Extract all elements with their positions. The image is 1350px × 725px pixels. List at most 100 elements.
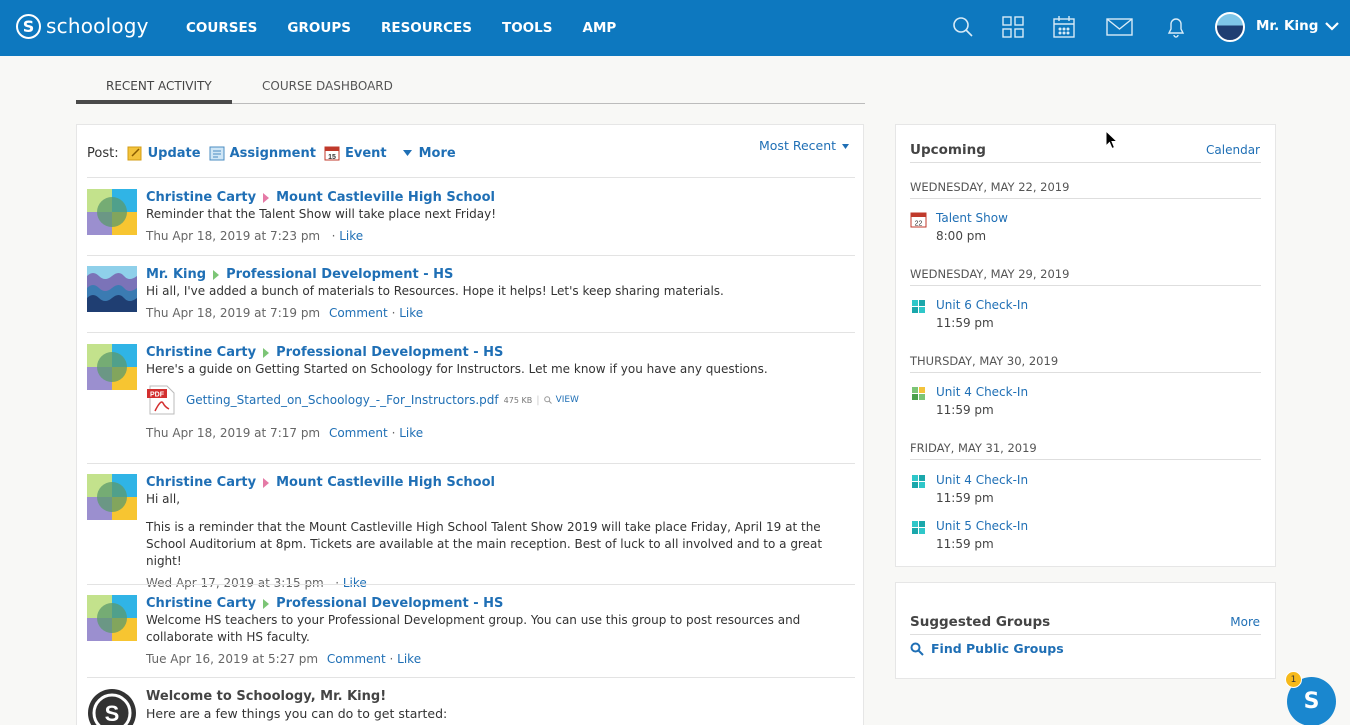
school-avatar[interactable] xyxy=(87,474,137,520)
comment-link[interactable]: Comment xyxy=(329,426,388,440)
attachment-view-link[interactable]: VIEW xyxy=(556,392,579,409)
post-target[interactable]: Professional Development - HS xyxy=(276,344,503,361)
like-link[interactable]: Like xyxy=(339,229,363,243)
suggested-groups-title: Suggested Groups xyxy=(910,614,1051,630)
post-meta: Thu Apr 18, 2019 at 7:23 pm · Like xyxy=(146,229,364,243)
post-target[interactable]: Professional Development - HS xyxy=(276,595,503,612)
divider xyxy=(910,198,1261,199)
comment-link[interactable]: Comment xyxy=(329,306,388,320)
event-time: 8:00 pm xyxy=(936,229,987,243)
post-target[interactable]: Professional Development - HS xyxy=(226,266,453,283)
nav-groups[interactable]: GROUPS xyxy=(287,20,351,36)
school-avatar[interactable] xyxy=(87,189,137,235)
find-public-groups-link[interactable]: Find Public Groups xyxy=(910,641,1064,656)
like-link[interactable]: Like xyxy=(397,652,421,666)
nav-resources[interactable]: RESOURCES xyxy=(381,20,472,36)
apps-grid-icon[interactable] xyxy=(1001,15,1025,39)
caret-down-icon xyxy=(842,144,850,149)
post-more-button[interactable]: More xyxy=(402,146,456,161)
attachment-filename[interactable]: Getting_Started_on_Schoology_-_For_Instr… xyxy=(186,392,499,409)
attachment-size: 475 KB xyxy=(503,395,533,405)
post-meta: Thu Apr 18, 2019 at 7:17 pm Comment · Li… xyxy=(146,426,424,440)
post-update-button[interactable]: Update xyxy=(127,145,201,161)
event-link[interactable]: Talent Show xyxy=(936,211,1008,225)
post-update-label: Update xyxy=(147,145,201,161)
mail-icon[interactable] xyxy=(1106,15,1133,39)
divider xyxy=(87,177,855,178)
search-icon[interactable] xyxy=(951,15,975,39)
separator: | xyxy=(536,394,540,406)
upcoming-panel: Upcoming Calendar WEDNESDAY, MAY 22, 201… xyxy=(895,124,1276,567)
user-avatar[interactable] xyxy=(87,266,137,312)
divider xyxy=(87,677,855,678)
divider xyxy=(910,285,1261,286)
nav-amp[interactable]: AMP xyxy=(583,20,617,36)
assessment-puzzle-icon xyxy=(912,475,925,488)
post-message: Hi all, I've added a bunch of materials … xyxy=(146,284,724,298)
assessment-puzzle-icon xyxy=(912,387,925,400)
post-author[interactable]: Christine Carty xyxy=(146,595,256,612)
sort-dropdown[interactable]: Most Recent xyxy=(759,138,850,153)
event-link[interactable]: Unit 6 Check-In xyxy=(936,298,1028,312)
assignment-icon xyxy=(209,146,225,161)
comment-link[interactable]: Comment xyxy=(327,652,386,666)
activity-feed: Post: Update Assignment 15 Event More Mo… xyxy=(76,124,864,725)
main-nav: COURSES GROUPS RESOURCES TOOLS AMP xyxy=(186,0,646,56)
chevron-down-icon[interactable] xyxy=(1323,17,1341,35)
tab-recent-activity[interactable]: RECENT ACTIVITY xyxy=(106,79,212,93)
notification-badge: 1 xyxy=(1285,671,1302,688)
suggested-more-link[interactable]: More xyxy=(1230,615,1260,629)
schoology-logo[interactable]: S schoology xyxy=(16,11,149,41)
home-tabs: RECENT ACTIVITY COURSE DASHBOARD xyxy=(76,70,865,104)
pdf-file-icon: PDF xyxy=(147,385,175,415)
svg-text:22: 22 xyxy=(915,221,923,228)
event-link[interactable]: Unit 5 Check-In xyxy=(936,519,1028,533)
calendar-icon[interactable] xyxy=(1052,15,1076,39)
post-author[interactable]: Christine Carty xyxy=(146,474,256,491)
day-heading: WEDNESDAY, MAY 29, 2019 xyxy=(910,267,1070,281)
assessment-puzzle-icon xyxy=(912,521,925,534)
post-time: Tue Apr 16, 2019 at 5:27 pm xyxy=(146,652,319,666)
svg-text:S: S xyxy=(105,701,120,725)
nav-courses[interactable]: COURSES xyxy=(186,20,257,36)
divider xyxy=(910,372,1261,373)
search-icon xyxy=(910,642,924,656)
calendar-link[interactable]: Calendar xyxy=(1206,143,1260,157)
notifications-icon[interactable] xyxy=(1164,15,1188,39)
post-assignment-button[interactable]: Assignment xyxy=(209,145,316,161)
user-avatar[interactable] xyxy=(1215,12,1245,42)
nav-tools[interactable]: TOOLS xyxy=(502,20,553,36)
post-bar: Post: Update Assignment 15 Event More xyxy=(87,145,464,162)
post-meta: Tue Apr 16, 2019 at 5:27 pm Comment · Li… xyxy=(146,652,422,666)
arrow-right-icon xyxy=(263,192,270,203)
event-link[interactable]: Unit 4 Check-In xyxy=(936,473,1028,487)
divider xyxy=(87,584,855,585)
post-event-button[interactable]: 15 Event xyxy=(324,145,387,161)
post-header: Christine Carty Professional Development… xyxy=(146,595,852,612)
event-calendar-icon: 22 xyxy=(910,212,927,228)
like-link[interactable]: Like xyxy=(399,306,423,320)
like-link[interactable]: Like xyxy=(343,576,367,590)
post-author[interactable]: Christine Carty xyxy=(146,189,256,206)
post-author[interactable]: Mr. King xyxy=(146,266,206,283)
post-target[interactable]: Mount Castleville High School xyxy=(276,189,495,206)
user-avatar[interactable] xyxy=(87,344,137,390)
tab-course-dashboard[interactable]: COURSE DASHBOARD xyxy=(262,79,393,93)
divider xyxy=(87,332,855,333)
user-name[interactable]: Mr. King xyxy=(1256,18,1318,34)
pencil-note-icon xyxy=(127,146,142,161)
upcoming-title: Upcoming xyxy=(910,142,986,158)
arrow-right-icon xyxy=(263,477,270,488)
post-message: Hi all, xyxy=(146,492,181,506)
assessment-puzzle-icon xyxy=(912,300,925,313)
post-header: Christine Carty Mount Castleville High S… xyxy=(146,189,852,206)
like-link[interactable]: Like xyxy=(399,426,423,440)
welcome-message: Here are a few things you can do to get … xyxy=(146,706,448,721)
post-target[interactable]: Mount Castleville High School xyxy=(276,474,495,491)
user-avatar[interactable] xyxy=(87,595,137,641)
post-author[interactable]: Christine Carty xyxy=(146,344,256,361)
post-time: Thu Apr 18, 2019 at 7:23 pm xyxy=(146,229,321,243)
logo-text: schoology xyxy=(46,14,149,38)
event-link[interactable]: Unit 4 Check-In xyxy=(936,385,1028,399)
post-time: Thu Apr 18, 2019 at 7:19 pm xyxy=(146,306,321,320)
